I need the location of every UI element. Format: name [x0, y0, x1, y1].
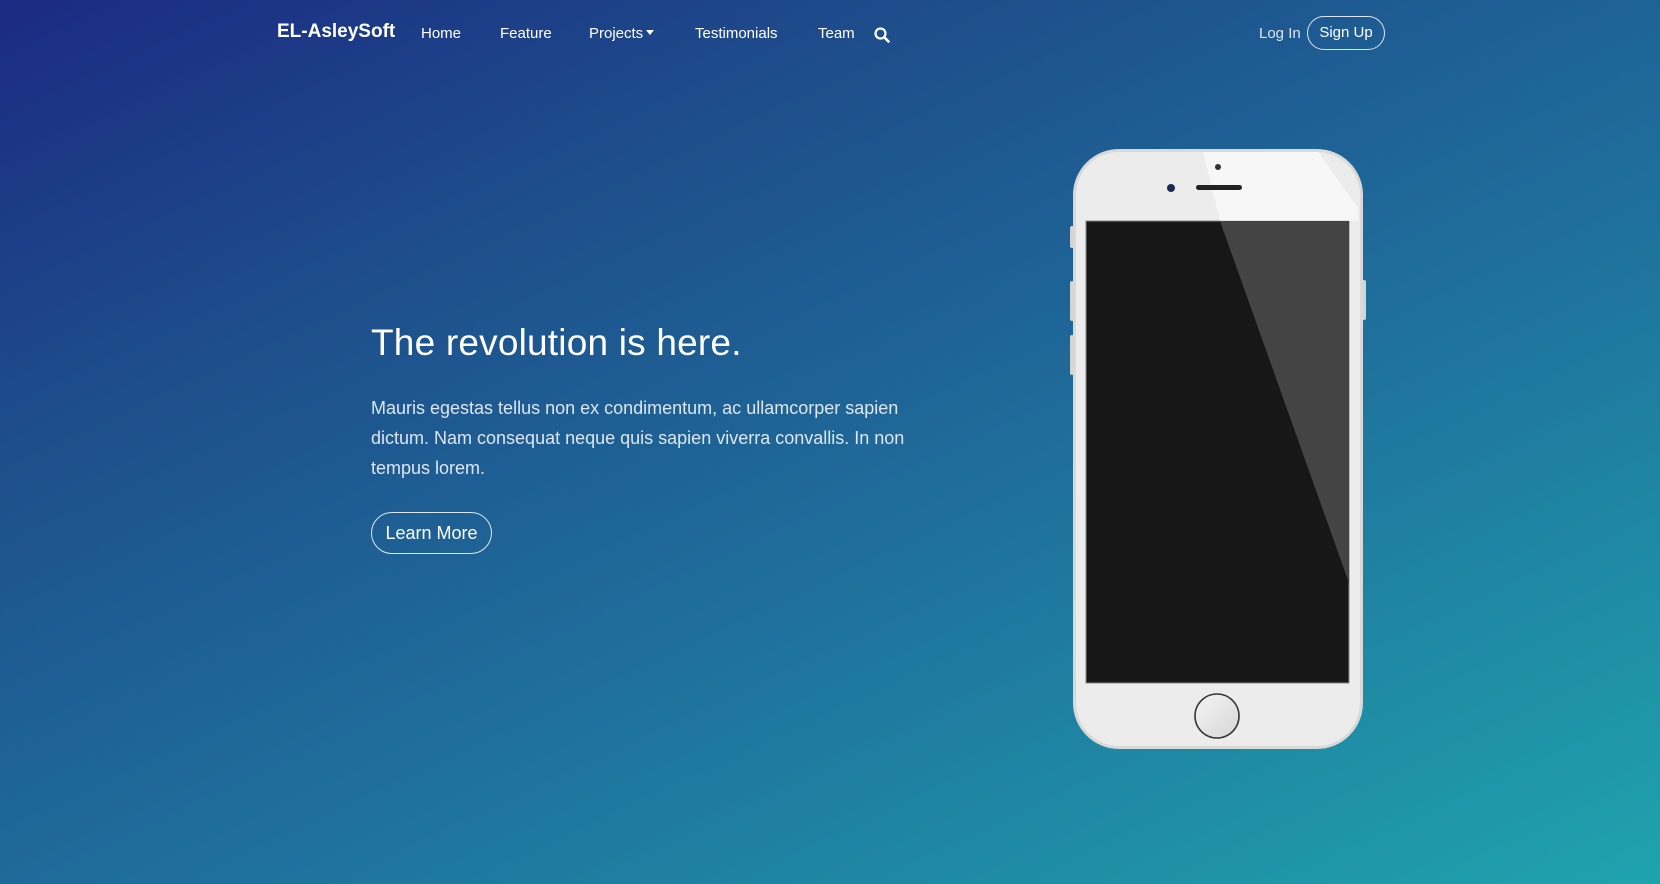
search-icon[interactable]	[873, 26, 891, 44]
smartphone-illustration	[1070, 149, 1366, 749]
hero-title: The revolution is here.	[371, 322, 742, 363]
nav-link-projects[interactable]: Projects	[589, 25, 655, 42]
nav-link-team[interactable]: Team	[818, 25, 855, 42]
caret-down-icon	[646, 30, 655, 36]
nav-link-testimonials[interactable]: Testimonials	[695, 25, 778, 42]
nav-link-home[interactable]: Home	[421, 25, 461, 42]
nav-link-feature[interactable]: Feature	[500, 25, 552, 42]
brand-logo[interactable]: EL-AsleySoft	[277, 21, 395, 43]
hero-description: Mauris egestas tellus non ex condimentum…	[371, 398, 905, 478]
navbar: EL-AsleySoft Home Feature Projects Testi…	[0, 0, 1660, 70]
login-link[interactable]: Log In	[1259, 25, 1301, 42]
nav-link-projects-label: Projects	[589, 25, 644, 42]
signup-button[interactable]: Sign Up	[1307, 16, 1385, 50]
learn-more-button[interactable]: Learn More	[371, 512, 492, 554]
